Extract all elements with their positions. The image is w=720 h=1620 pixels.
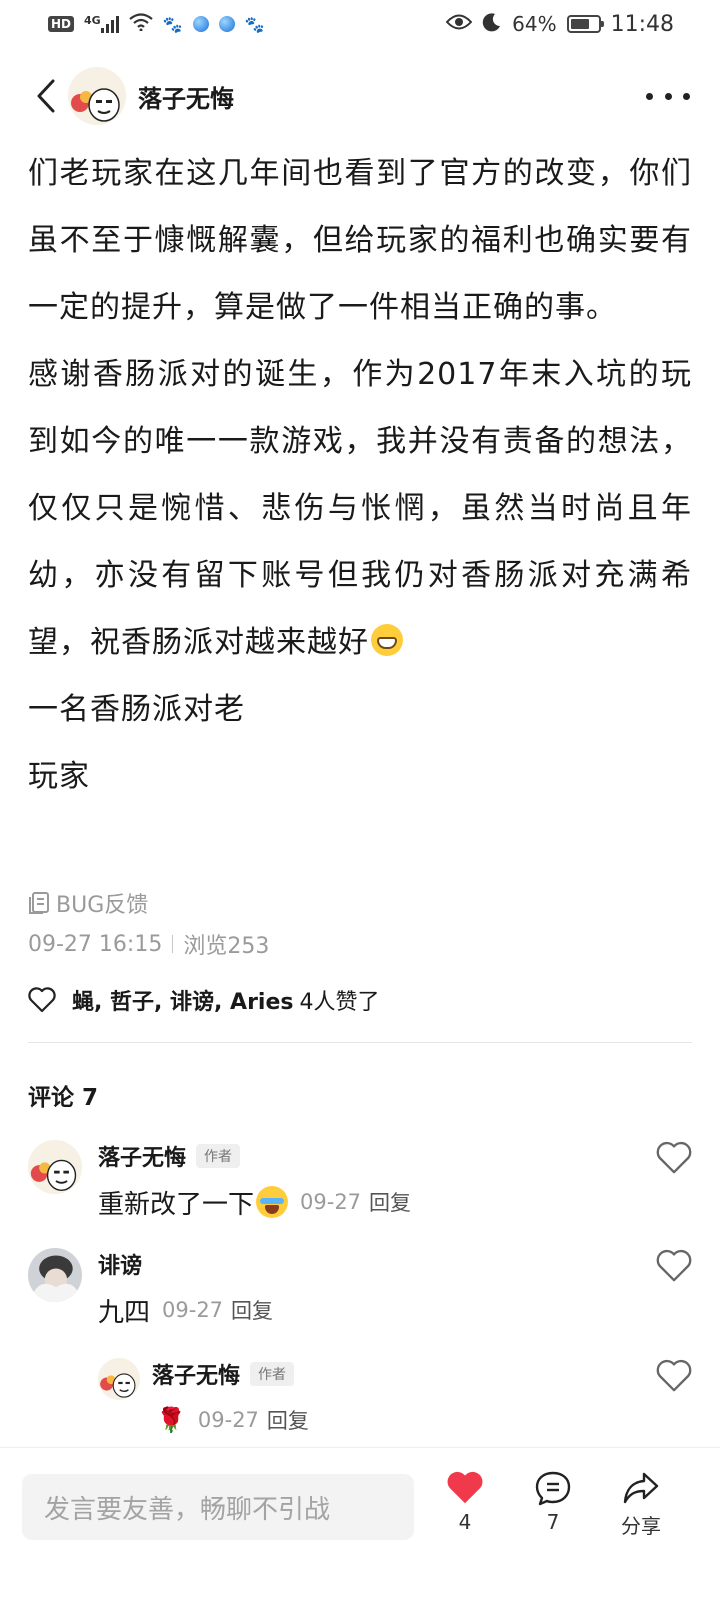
paragraph-text: 感谢香肠派对的诞生，作为2017年末入坑的玩到如今的唯一一款游戏，我并没有责备的… bbox=[28, 357, 692, 660]
grin-emoji-icon bbox=[371, 624, 403, 656]
post-time: 09-27 16:15 bbox=[28, 931, 163, 957]
commenter-name[interactable]: 落子无悔 bbox=[98, 1140, 186, 1172]
clock: 11:48 bbox=[610, 11, 674, 37]
post-body: 们老玩家在这几年间也看到了官方的改变，你们虽不至于慷慨解囊，但给玩家的福利也确实… bbox=[28, 140, 692, 810]
comment-item: 落子无悔 作者 重新改了一下 09-27 回复 bbox=[28, 1140, 692, 1222]
signal-icon: 4G bbox=[84, 14, 119, 33]
baidu-paw-icon: 🐾 bbox=[244, 14, 265, 34]
comment-date: 09-27 bbox=[300, 1190, 362, 1214]
author-name[interactable]: 落子无悔 bbox=[138, 79, 234, 114]
heart-outline-icon bbox=[28, 987, 56, 1013]
hd-icon: HD bbox=[48, 16, 75, 32]
app-icon bbox=[192, 16, 209, 32]
like-button[interactable]: 4 bbox=[430, 1470, 500, 1534]
commenter-avatar[interactable] bbox=[28, 1248, 82, 1302]
comment-button[interactable]: 7 bbox=[518, 1470, 588, 1534]
battery-percent: 64% bbox=[512, 12, 557, 36]
wifi-icon bbox=[129, 12, 153, 36]
reply-button[interactable]: 回复 bbox=[231, 1295, 273, 1325]
signoff-tail: 玩家 bbox=[28, 759, 90, 794]
paragraph: 感谢香肠派对的诞生，作为2017年末入坑的玩到如今的唯一一款游戏，我并没有责备的… bbox=[28, 341, 692, 676]
author-badge: 作者 bbox=[250, 1362, 295, 1386]
commenter-avatar[interactable] bbox=[98, 1358, 140, 1400]
comment-like-icon[interactable] bbox=[656, 1140, 692, 1176]
dot-icon bbox=[646, 92, 653, 100]
document-icon bbox=[29, 892, 49, 914]
section-divider bbox=[28, 1042, 692, 1043]
share-arrow-icon bbox=[623, 1472, 659, 1504]
commenter-avatar[interactable] bbox=[28, 1140, 82, 1194]
app-icon bbox=[218, 16, 235, 32]
commenter-name[interactable]: 落子无悔 bbox=[152, 1358, 240, 1390]
moon-icon bbox=[482, 12, 502, 37]
author-badge: 作者 bbox=[196, 1144, 241, 1168]
signoff: 一名香肠派对老 bbox=[28, 692, 245, 727]
category-tag[interactable]: BUG反馈 bbox=[28, 886, 269, 920]
laugh-cry-emoji-icon bbox=[256, 1186, 289, 1218]
author-avatar[interactable] bbox=[68, 67, 126, 125]
likes-summary[interactable]: 蝇, 哲子, 诽谤, Aries 4人赞了 bbox=[28, 982, 379, 1018]
reply-button[interactable]: 回复 bbox=[267, 1405, 309, 1435]
comment-text: 重新改了一下 bbox=[98, 1189, 255, 1220]
liker-names: 蝇, 哲子, 诽谤, Aries bbox=[72, 990, 294, 1015]
comment-count: 7 bbox=[546, 1510, 560, 1534]
comment-like-icon[interactable] bbox=[656, 1358, 692, 1394]
more-options-button[interactable] bbox=[646, 84, 690, 108]
commenter-name[interactable]: 诽谤 bbox=[98, 1248, 142, 1280]
comment-bubble-icon bbox=[535, 1471, 571, 1506]
share-button[interactable]: 分享 bbox=[606, 1470, 676, 1539]
post-header: 落子无悔 bbox=[0, 56, 720, 136]
divider bbox=[172, 935, 174, 953]
paragraph: 们老玩家在这几年间也看到了官方的改变，你们虽不至于慷慨解囊，但给玩家的福利也确实… bbox=[28, 156, 692, 325]
comment-input-placeholder: 发言要友善，畅聊不引战 bbox=[44, 1494, 331, 1525]
status-bar: HD 4G 🐾 🐾 64% 11:48 bbox=[0, 0, 720, 48]
eye-icon bbox=[445, 12, 473, 36]
comment-date: 09-27 bbox=[197, 1408, 259, 1432]
like-count-text: 4人赞了 bbox=[299, 990, 380, 1015]
like-count: 4 bbox=[458, 1510, 472, 1534]
battery-icon bbox=[566, 15, 604, 33]
reply-item: 落子无悔 作者 🌹 09-27 回复 bbox=[98, 1358, 692, 1440]
heart-filled-icon bbox=[447, 1471, 483, 1504]
comments-title: 评论 7 bbox=[28, 1085, 99, 1111]
comment-item: 诽谤 九四 09-27 回复 bbox=[28, 1248, 692, 1330]
comment-text: 🌹 bbox=[156, 1406, 186, 1434]
comment-date: 09-27 bbox=[162, 1298, 224, 1322]
back-button[interactable] bbox=[30, 76, 62, 116]
post-meta: BUG反馈 09-27 16:15 浏览253 bbox=[28, 886, 269, 964]
bottom-action-bar: 发言要友善，畅聊不引战 4 7 分享 bbox=[0, 1448, 720, 1620]
dot-icon bbox=[683, 92, 690, 100]
share-label: 分享 bbox=[621, 1514, 661, 1538]
chevron-left-icon bbox=[37, 79, 55, 113]
dot-icon bbox=[664, 92, 672, 100]
comment-like-icon[interactable] bbox=[656, 1248, 692, 1284]
comment-text: 九四 bbox=[98, 1297, 151, 1328]
view-count: 浏览253 bbox=[183, 934, 270, 959]
comment-input[interactable]: 发言要友善，畅聊不引战 bbox=[22, 1474, 414, 1540]
baidu-paw-icon: 🐾 bbox=[162, 14, 183, 34]
category-label: BUG反馈 bbox=[56, 893, 149, 918]
reply-button[interactable]: 回复 bbox=[369, 1187, 411, 1217]
network-type: 4G bbox=[84, 14, 101, 27]
